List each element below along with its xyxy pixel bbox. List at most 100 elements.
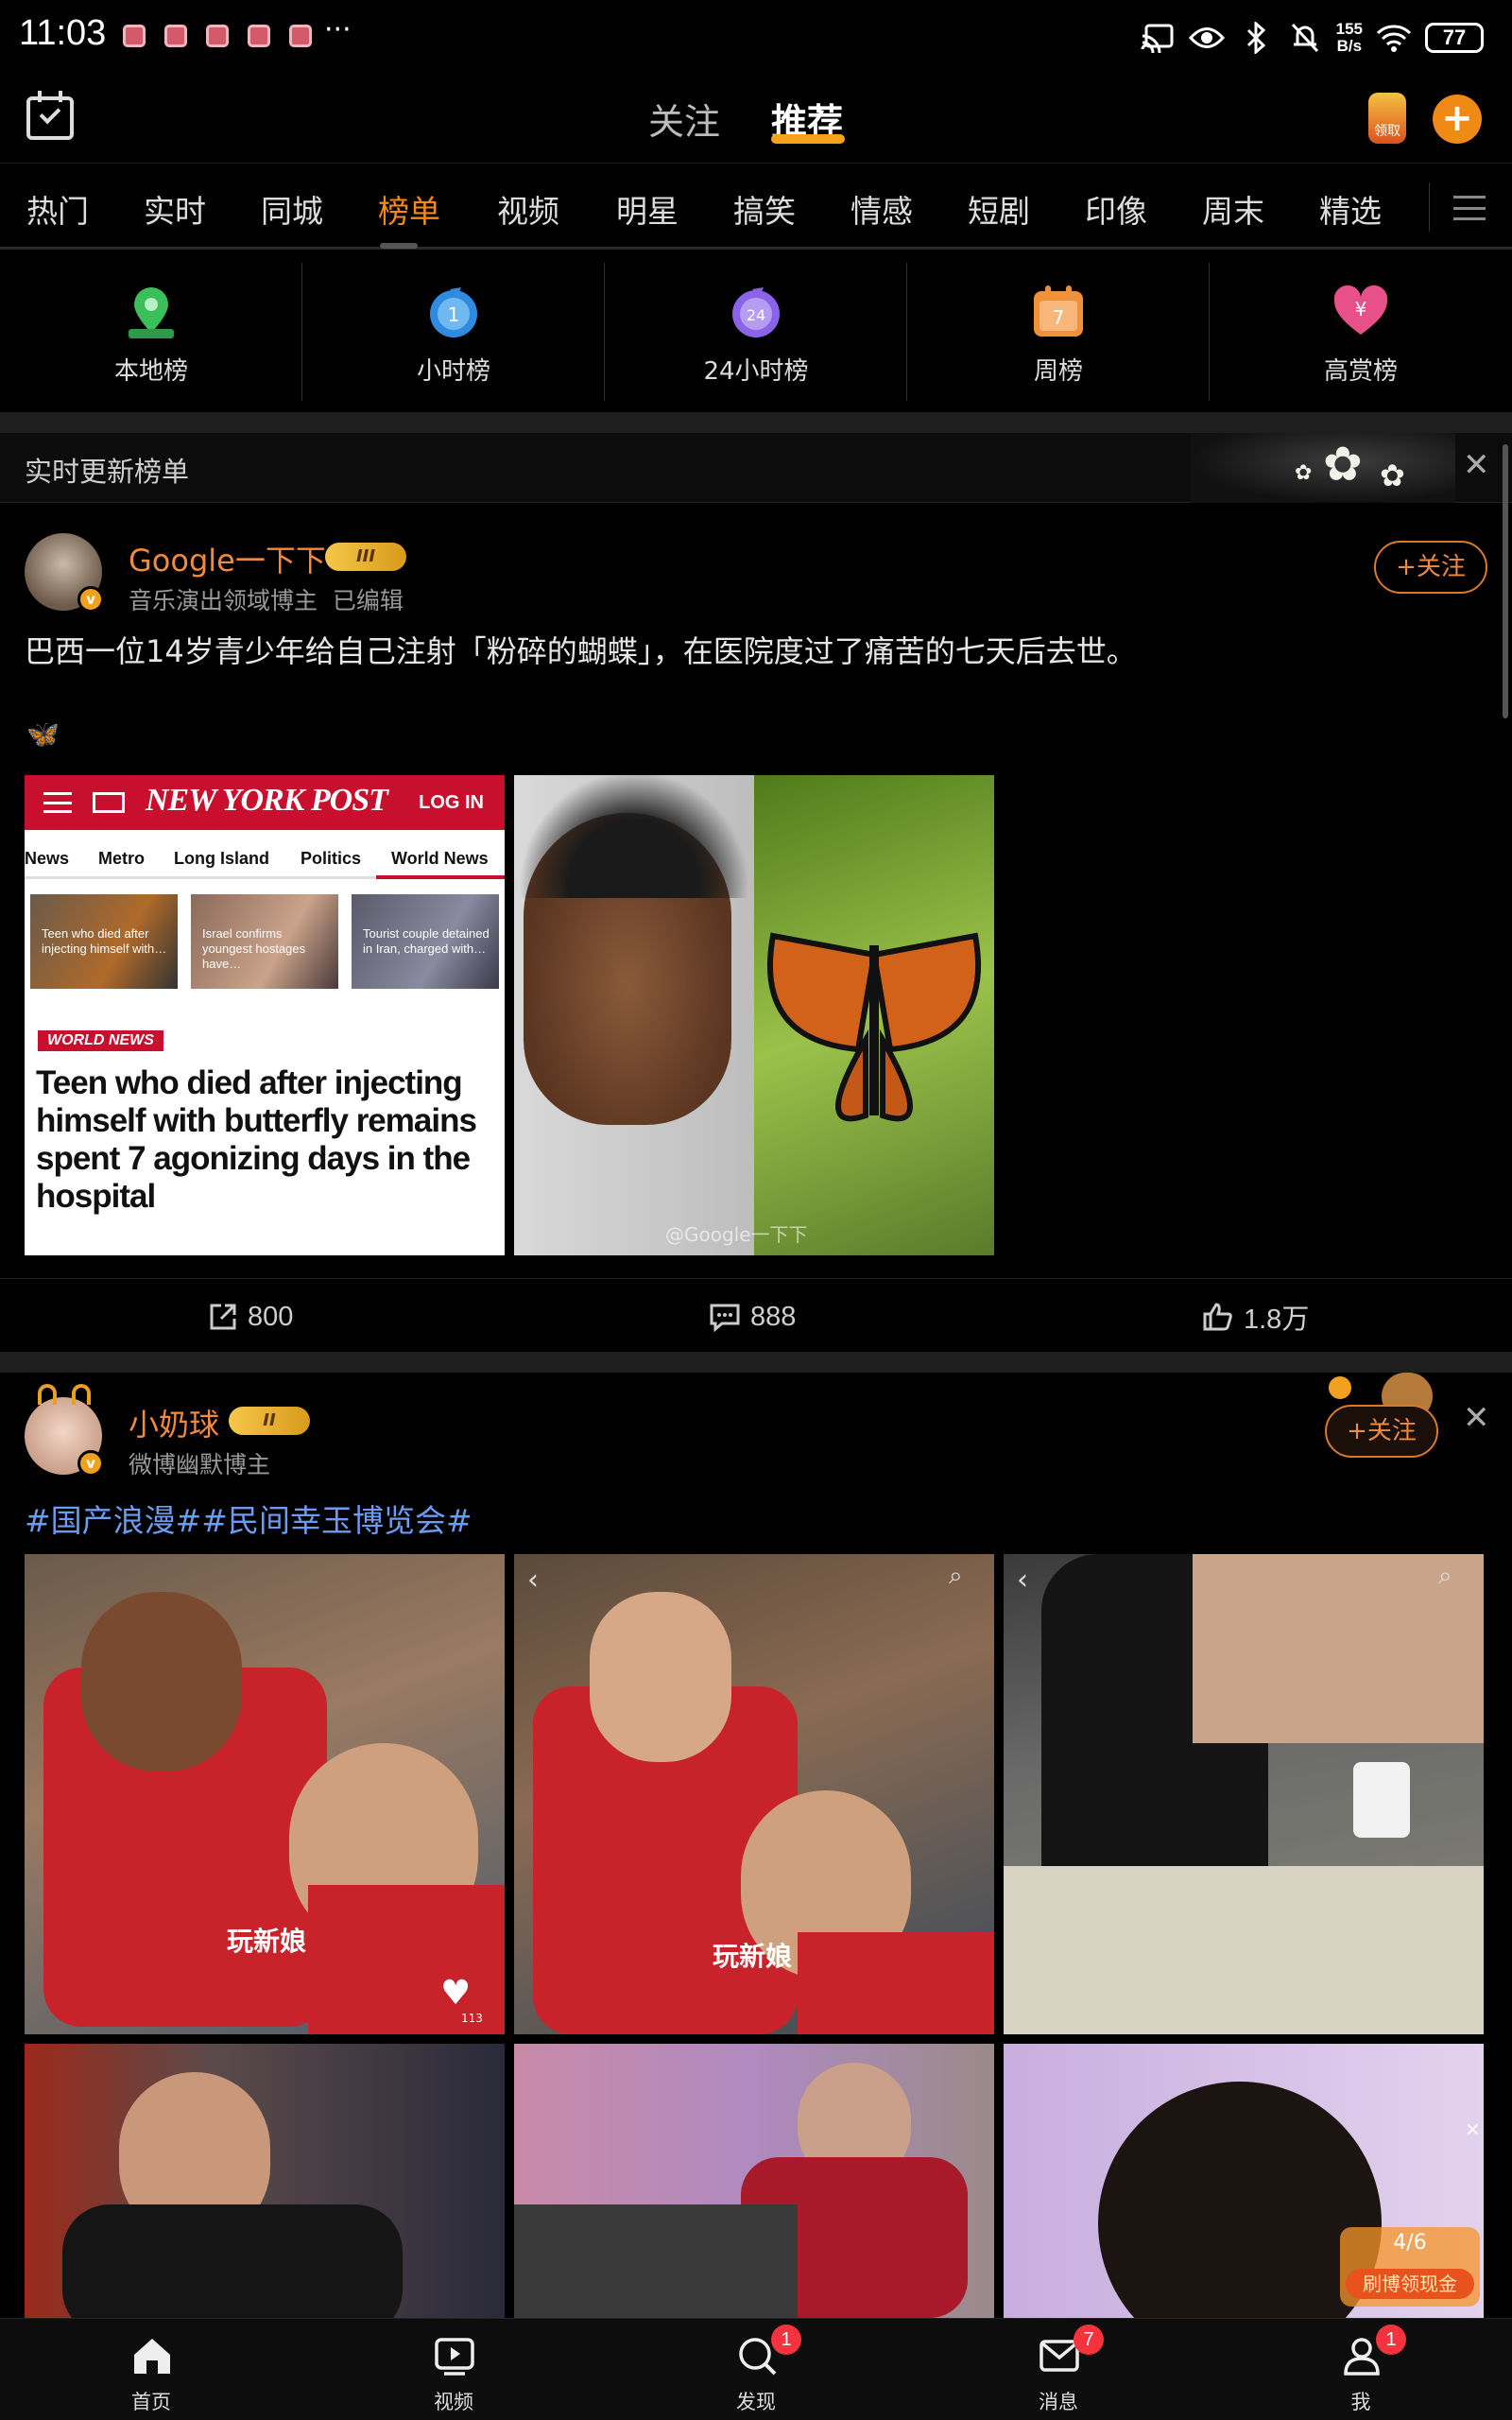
news-headline: Teen who died after injecting himself wi… — [36, 1064, 477, 1215]
rank-label: 24小时榜 — [703, 357, 809, 386]
post-hashtags[interactable]: #国产浪漫##民间幸玉博览会# — [25, 1495, 472, 1541]
add-post-button[interactable]: + — [1433, 95, 1482, 144]
post-image-photo[interactable]: @Google一下下 — [514, 775, 994, 1255]
post-image-video-frame[interactable] — [514, 2044, 994, 2318]
video-icon — [435, 2338, 474, 2376]
menu-icon — [43, 792, 72, 813]
notification-app-icon — [289, 25, 312, 47]
heart-yuan-icon: ¥ — [1333, 285, 1388, 335]
home-icon — [134, 2339, 170, 2374]
nav-messages[interactable]: 7 消息 — [983, 2319, 1134, 2420]
category-stars[interactable]: 明星 — [616, 186, 679, 232]
video-caption: 玩新娘 — [227, 1926, 307, 1957]
map-pin-icon — [129, 287, 174, 338]
post-image-video-frame[interactable]: 玩新娘 ‹ ⌕ — [514, 1554, 994, 2034]
news-nav: News Metro Long Island Politics World Ne… — [25, 841, 505, 879]
share-icon — [210, 1304, 236, 1330]
category-realtime[interactable]: 实时 — [144, 186, 206, 232]
rank-local[interactable]: 本地榜 — [0, 250, 302, 410]
notification-app-icon — [206, 25, 229, 47]
author-meta: 微博幽默博主 — [129, 1451, 271, 1478]
mail-icon — [93, 792, 125, 813]
category-impression[interactable]: 印像 — [1085, 186, 1147, 232]
clock-icon: 1 — [430, 287, 477, 337]
post-text: 巴西一位14岁青少年给自己注射「粉碎的蝴蝶」，在医院度过了痛苦的七天后去世。 — [25, 633, 1137, 669]
close-icon[interactable]: ✕ — [1463, 446, 1490, 484]
category-featured[interactable]: 精选 — [1319, 186, 1382, 232]
rank-hourly[interactable]: 1 小时榜 — [302, 250, 605, 410]
post-image-video-frame[interactable]: ‹ ⌕ — [1004, 1554, 1484, 2034]
post-image-video-frame[interactable] — [25, 2044, 505, 2318]
butterfly-emoji: 🦋 — [26, 718, 60, 750]
reward-text: 刷博领现金 — [1346, 2269, 1474, 2299]
svg-text:¥: ¥ — [1355, 298, 1367, 320]
rank-weekly[interactable]: 7 周榜 — [907, 250, 1210, 410]
back-icon: ‹ — [527, 1564, 539, 1597]
avatar[interactable]: v — [25, 1397, 104, 1477]
notification-badge: 1 — [771, 2325, 801, 2355]
rank-24h[interactable]: 24 24小时榜 — [605, 250, 907, 410]
tab-following[interactable]: 关注 — [648, 93, 720, 145]
scrollbar[interactable] — [1503, 444, 1508, 718]
close-icon[interactable]: ✕ — [1463, 1399, 1490, 1437]
share-button[interactable]: 800 — [208, 1279, 293, 1355]
mute-bell-icon — [1287, 20, 1323, 56]
search-icon: ⌕ — [1438, 1562, 1452, 1590]
post-actions: 800 888 1.8万 — [0, 1278, 1512, 1354]
nav-discover[interactable]: 1 发现 — [680, 2319, 832, 2420]
rank-reward[interactable]: ¥ 高赏榜 — [1210, 250, 1512, 410]
reward-progress: 4/6 — [1393, 2231, 1427, 2255]
category-funny[interactable]: 搞笑 — [733, 186, 796, 232]
network-speed: 155 B/s — [1335, 20, 1363, 55]
feed-post: v 小奶球 II 微博幽默博主 +关注 ✕ #国产浪漫##民间幸玉博览会# 玩新… — [0, 1373, 1512, 2318]
category-weekend[interactable]: 周末 — [1202, 186, 1264, 232]
close-icon[interactable]: × — [1465, 2118, 1481, 2140]
coin-reward-button[interactable]: 领取 — [1368, 93, 1406, 144]
vip-badge: II — [229, 1407, 310, 1435]
daisy-decoration: ✿ ✿ ✿ — [1191, 433, 1455, 503]
rank-label: 本地榜 — [113, 357, 188, 386]
post-image-news[interactable]: NEW YORK POST LOG IN News Metro Long Isl… — [25, 775, 505, 1255]
follow-button[interactable]: +关注 — [1374, 541, 1487, 594]
author-meta: 音乐演出领域博主 已编辑 — [129, 587, 404, 614]
avatar[interactable]: v — [25, 533, 104, 613]
category-local[interactable]: 同城 — [261, 186, 323, 232]
category-menu-icon[interactable] — [1453, 196, 1486, 220]
login-link: LOG IN — [419, 792, 484, 813]
rank-label: 高赏榜 — [1323, 357, 1398, 386]
like-button[interactable]: 1.8万 — [1202, 1279, 1309, 1355]
heart-icon: ♥ — [440, 1974, 472, 2013]
nav-home[interactable]: 首页 — [76, 2319, 227, 2420]
active-tab-indicator — [771, 134, 845, 144]
status-bar: 11:03 ··· 155 B/s 77 — [0, 0, 1512, 76]
comment-button[interactable]: 888 — [709, 1279, 796, 1355]
more-notifications-icon: ··· — [324, 13, 352, 46]
bottom-navigation: 首页 视频 1 发现 7 消息 1 我 — [0, 2318, 1512, 2420]
category-video[interactable]: 视频 — [497, 186, 559, 232]
thumbs-up-icon — [1203, 1303, 1232, 1331]
notification-badge: 1 — [1376, 2325, 1406, 2355]
category-emotion[interactable]: 情感 — [850, 186, 913, 232]
svg-text:7: 7 — [1053, 306, 1065, 329]
category-ranking[interactable]: 榜单 — [378, 186, 440, 232]
reward-progress-badge[interactable]: 4/6 刷博领现金 — [1340, 2227, 1480, 2307]
author-name[interactable]: 小奶球 — [129, 1401, 219, 1444]
verified-badge-icon: v — [77, 586, 104, 613]
nypost-logo: NEW YORK POST — [146, 783, 388, 818]
checkin-calendar-icon[interactable] — [26, 91, 74, 140]
realtime-ranking-banner[interactable]: 实时更新榜单 ✿ ✿ ✿ ✕ — [0, 433, 1512, 503]
notification-app-icon — [248, 25, 270, 47]
category-tabs: 热门 实时 同城 榜单 视频 明星 搞笑 情感 短剧 印像 周末 精选 — [0, 163, 1512, 250]
video-caption: 玩新娘 — [713, 1941, 793, 1972]
feed-post: v Google一下下 III 音乐演出领域博主 已编辑 +关注 巴西一位14岁… — [0, 505, 1512, 1352]
nav-profile[interactable]: 1 我 — [1285, 2319, 1436, 2420]
follow-button[interactable]: +关注 — [1325, 1405, 1438, 1458]
top-header: 关注 推荐 领取 + — [0, 76, 1512, 163]
notification-app-icon — [164, 25, 187, 47]
category-hot[interactable]: 热门 — [26, 186, 89, 232]
rank-label: 小时榜 — [416, 357, 490, 386]
author-name[interactable]: Google一下下 — [129, 537, 326, 580]
post-image-video-frame[interactable]: 玩新娘 ♥ 113 — [25, 1554, 505, 2034]
nav-video[interactable]: 视频 — [378, 2319, 529, 2420]
category-short-drama[interactable]: 短剧 — [968, 186, 1030, 232]
